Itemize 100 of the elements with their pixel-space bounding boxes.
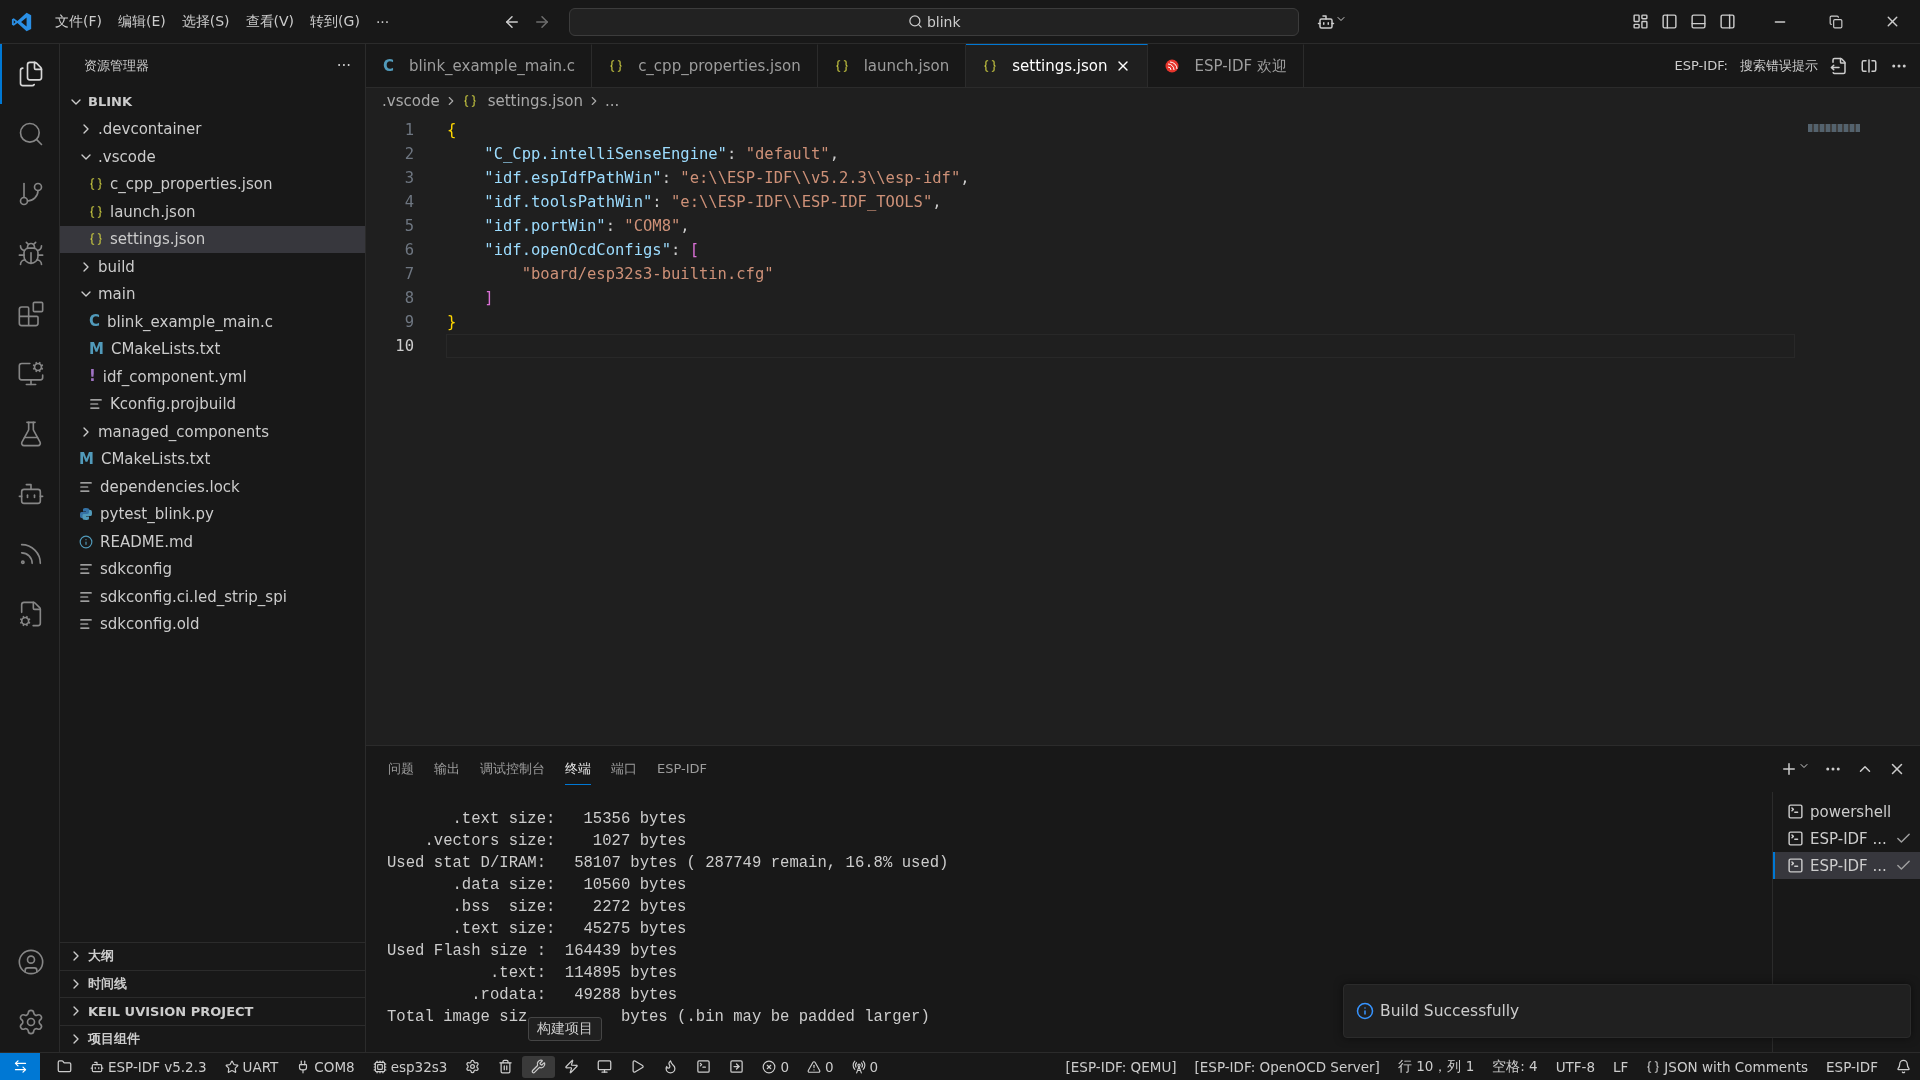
copilot-icon[interactable] — [1317, 12, 1348, 31]
line-number: 5 — [403, 217, 414, 235]
code-token: : — [726, 145, 738, 163]
folder-header[interactable]: BLINK — [60, 88, 365, 116]
status-item[interactable]: 行 10，列 1 — [1388, 1055, 1484, 1078]
file-item[interactable]: pytest_blink.py — [60, 500, 365, 528]
split-editor-icon[interactable] — [1860, 56, 1878, 75]
file-item[interactable]: launch.json — [60, 198, 365, 226]
panel-tab[interactable]: ESP-IDF — [657, 755, 708, 783]
folder-item[interactable]: build — [60, 253, 365, 281]
line-number: 8 — [403, 289, 414, 307]
terminal-item[interactable]: ESP-IDF ... — [1773, 852, 1920, 879]
folder-item[interactable]: managed_components — [60, 418, 365, 446]
file-type-icon: ! — [89, 369, 96, 385]
text-file-icon — [89, 397, 103, 412]
breadcrumb-item[interactable]: settings.json — [487, 92, 583, 110]
remote-icon[interactable] — [0, 1052, 40, 1080]
notification-message: Build Successfully — [1380, 1002, 1520, 1020]
panel-right-icon[interactable] — [1719, 13, 1736, 30]
status-item[interactable]: [ESP-IDF: QEMU] — [1056, 1055, 1186, 1078]
breadcrumb-item[interactable]: ... — [604, 92, 620, 110]
terminal-item[interactable]: powershell — [1773, 798, 1920, 825]
panel-tab[interactable]: 问题 — [388, 753, 414, 785]
status-item[interactable]: UART — [215, 1055, 288, 1078]
breadcrumb-item[interactable]: .vscode — [382, 92, 440, 110]
file-item[interactable]: dependencies.lock — [60, 473, 365, 501]
status-item[interactable]: LF — [1604, 1055, 1638, 1078]
terminal-item[interactable]: ESP-IDF ... — [1773, 825, 1920, 852]
panel-tab[interactable]: 输出 — [434, 753, 460, 785]
editor-action-label[interactable]: ESP-IDF: — [1674, 58, 1728, 73]
menu-item[interactable]: ··· — [367, 9, 398, 34]
status-item[interactable]: ESP-IDF v5.2.3 — [81, 1055, 216, 1078]
menu-item[interactable]: 选择(S) — [173, 8, 238, 35]
file-item[interactable]: sdkconfig — [60, 555, 365, 583]
menu-item[interactable]: 编辑(E) — [110, 8, 174, 35]
file-item[interactable]: sdkconfig.ci.led_strip_spi — [60, 583, 365, 611]
file-item[interactable]: M CMakeLists.txt — [60, 335, 365, 363]
code-token: "C_Cpp.intelliSenseEngine" — [483, 145, 727, 163]
braces-icon — [609, 59, 624, 73]
search-field[interactable]: blink — [569, 7, 1300, 36]
antenna-icon — [851, 1059, 866, 1074]
file-item[interactable]: README.md — [60, 528, 365, 556]
file-item[interactable]: c_cpp_properties.json — [60, 170, 365, 198]
terminal-icon — [1787, 803, 1804, 820]
layout-icon[interactable] — [1632, 13, 1649, 30]
file-item[interactable]: settings.json — [60, 225, 365, 253]
text-file-icon — [79, 479, 93, 494]
status-item[interactable]: [ESP-IDF: OpenOCD Server] — [1185, 1055, 1389, 1078]
folder-title: BLINK — [88, 94, 132, 110]
code-token: , — [680, 217, 690, 235]
terminal-line: .rodata: 49288 bytes — [470, 985, 678, 1006]
code-token: "idf.espIdfPathWin" — [483, 169, 662, 187]
file-output-icon[interactable] — [1830, 56, 1848, 75]
braces-icon — [89, 177, 103, 192]
menu-item[interactable]: 查看(V) — [237, 8, 303, 35]
status-item[interactable]: COM8 — [287, 1055, 364, 1078]
file-item[interactable]: Kconfig.projbuild — [60, 390, 365, 418]
folder-item[interactable]: .devcontainer — [60, 115, 365, 143]
section-header[interactable]: KEIL UVISION PROJECT — [60, 997, 365, 1025]
folder-item[interactable]: .vscode — [60, 143, 365, 171]
panel-tab[interactable]: 调试控制台 — [480, 753, 545, 785]
status-item[interactable]: UTF-8 — [1546, 1055, 1605, 1078]
editor-action-label[interactable]: 搜索错误提示 — [1740, 56, 1818, 75]
python-icon — [79, 507, 93, 522]
file-item[interactable]: sdkconfig.old — [60, 610, 365, 638]
status-item[interactable]: 空格: 4 — [1483, 1055, 1547, 1078]
wrench-icon[interactable] — [522, 1055, 556, 1078]
add-icon[interactable] — [1780, 760, 1810, 778]
status-item[interactable]: 0 — [753, 1055, 798, 1078]
panel-left-icon[interactable] — [1661, 13, 1678, 30]
section-header[interactable]: 时间线 — [60, 969, 365, 997]
editor-tab[interactable]: settings.json — [966, 44, 1149, 87]
folder-item[interactable]: main — [60, 280, 365, 308]
status-item[interactable]: 0 — [842, 1055, 888, 1078]
more-button[interactable]: ··· — [336, 57, 351, 75]
panel-bottom-icon[interactable] — [1690, 13, 1707, 30]
file-type-icon: M — [89, 341, 104, 357]
terminal-line: Used Flash size : 164439 bytes — [387, 941, 678, 962]
terminal-line: .bss size: 2272 bytes — [451, 897, 687, 918]
terminal-line: Used stat D/IRAM: 58107 bytes ( 287749 remain, 16.8% used) — [387, 853, 949, 874]
terminal-line: .vectors size: 1027 bytes — [423, 831, 687, 852]
menu-item[interactable]: 转到(G) — [302, 8, 368, 35]
file-item[interactable]: M CMakeLists.txt — [60, 445, 365, 473]
file-item[interactable]: C blink_example_main.c — [60, 308, 365, 336]
status-item[interactable]: esp32s3 — [363, 1055, 457, 1078]
error-icon — [762, 1059, 777, 1074]
tooltip: 构建项目 — [528, 1017, 602, 1041]
code-token: , — [829, 145, 839, 163]
info-icon — [1356, 1002, 1374, 1020]
menu-item[interactable]: 文件(F) — [47, 8, 110, 35]
status-item[interactable]: JSON with Comments — [1637, 1055, 1818, 1078]
status-item[interactable]: 0 — [797, 1055, 843, 1078]
panel-tab[interactable]: 终端 — [565, 753, 591, 785]
search-icon — [907, 14, 923, 29]
section-header[interactable]: 大纲 — [60, 942, 365, 970]
file-item[interactable]: ! idf_component.yml — [60, 363, 365, 391]
status-item[interactable]: ESP-IDF — [1817, 1055, 1887, 1078]
code-token: : — [605, 217, 616, 235]
code-token: , — [960, 169, 970, 187]
panel-tab[interactable]: 端口 — [611, 753, 637, 785]
